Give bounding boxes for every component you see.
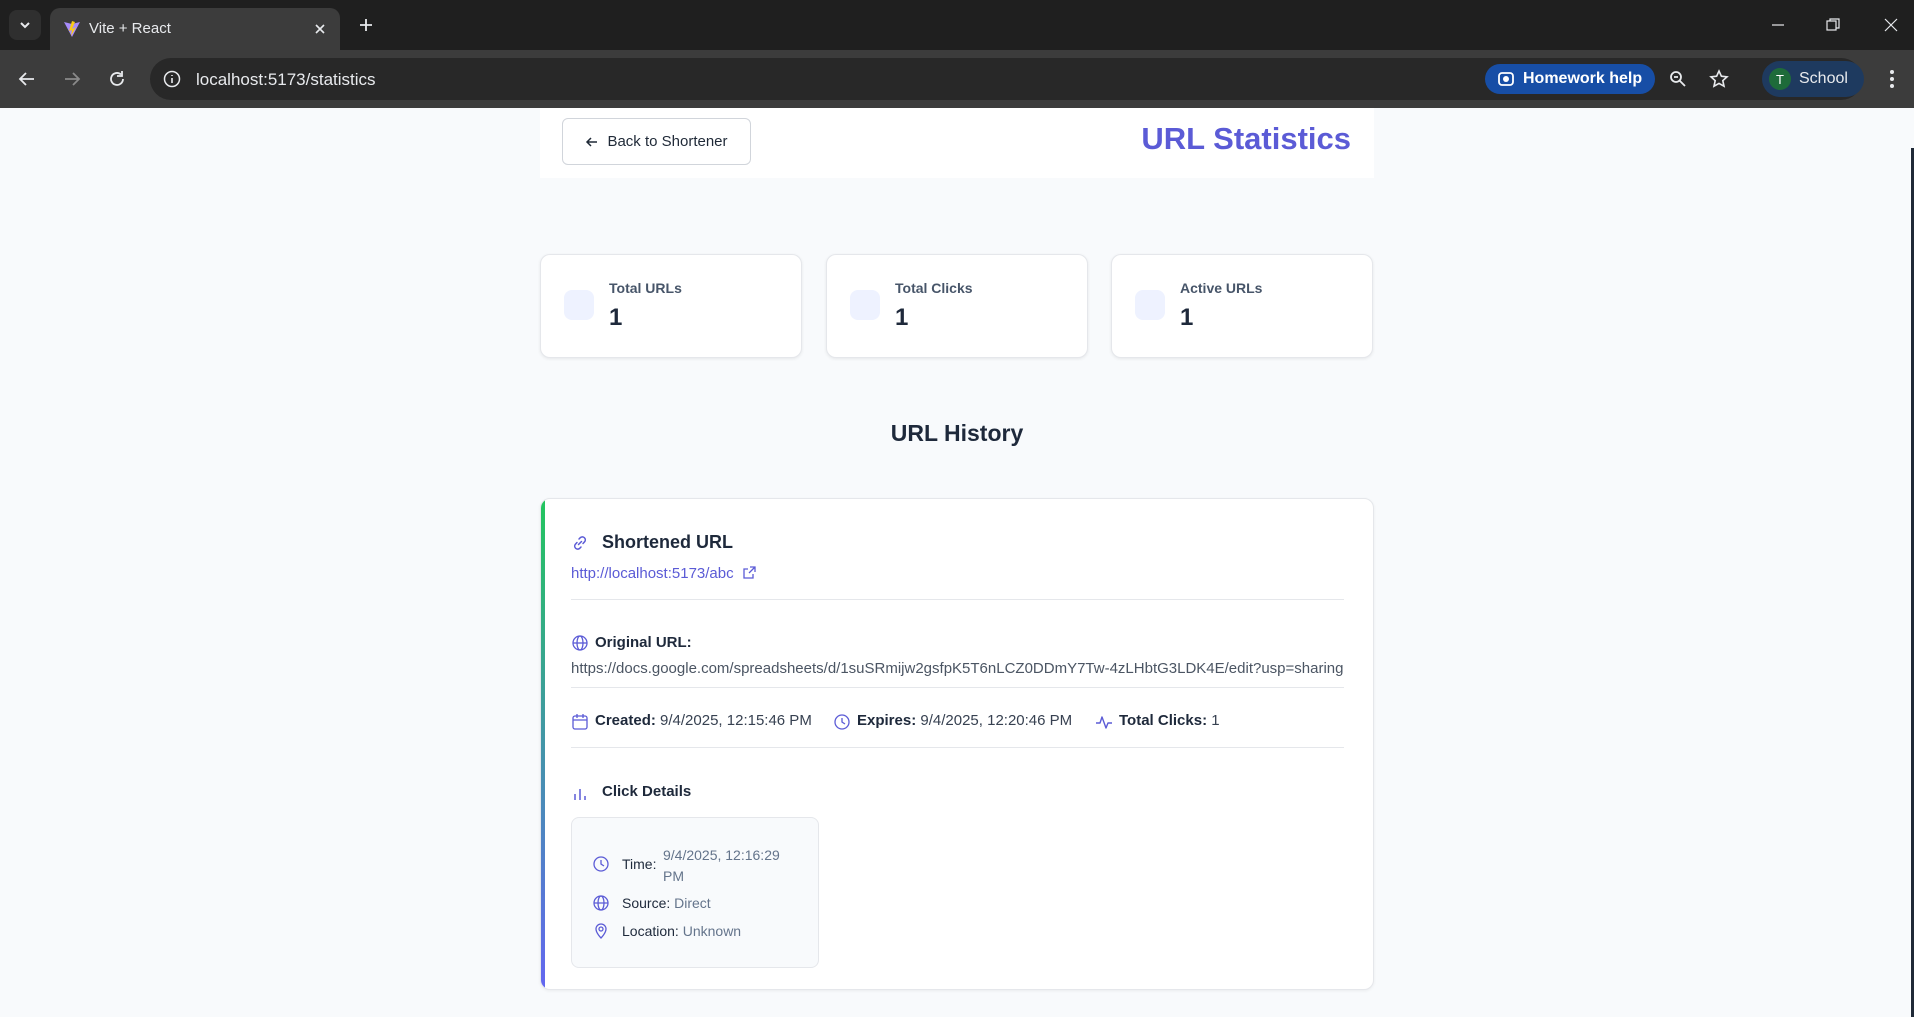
globe-icon (572, 635, 588, 651)
click-time-value: 9/4/2025, 12:16:29 PM (663, 847, 780, 884)
profile-button[interactable]: T School (1762, 61, 1864, 97)
divider (571, 747, 1344, 748)
homework-help-label: Homework help (1523, 70, 1643, 87)
stat-label: Total Clicks (895, 280, 973, 296)
close-window-icon[interactable] (1869, 10, 1913, 40)
address-url: localhost:5173/statistics (196, 70, 376, 89)
map-pin-icon (595, 923, 607, 939)
stat-label: Active URLs (1180, 280, 1263, 296)
original-url-label: Original URL: (595, 634, 692, 651)
created-value: 9/4/2025, 12:15:46 PM (660, 712, 812, 729)
shortened-url-link[interactable]: http://localhost:5173/abc (571, 565, 756, 582)
restore-icon[interactable] (1811, 10, 1855, 40)
expires-label: Expires: (857, 712, 917, 729)
stat-value: 1 (1180, 304, 1194, 331)
created-label: Created: (595, 712, 656, 729)
more-menu-icon[interactable] (1877, 64, 1907, 94)
arrow-left-icon (586, 136, 598, 147)
click-location-label: Location: (622, 923, 679, 939)
reload-icon[interactable] (102, 64, 132, 94)
page-title: URL Statistics (1141, 121, 1351, 156)
url-history-title: URL History (890, 420, 1024, 446)
external-link-icon (743, 566, 756, 579)
shortened-url-text: http://localhost:5173/abc (571, 565, 734, 582)
site-info-icon[interactable] (161, 68, 183, 90)
back-to-shortener-button[interactable]: Back to Shortener (562, 118, 751, 165)
stat-card-total-urls: Total URLs 1 (540, 254, 802, 358)
stat-label: Total URLs (609, 280, 682, 296)
bookmark-star-icon[interactable] (1704, 64, 1734, 94)
total-clicks-value: 1 (1211, 712, 1220, 729)
accent-bar (541, 499, 545, 989)
stat-value: 1 (895, 304, 909, 331)
click-time-label: Time: (622, 856, 657, 872)
zoom-icon[interactable] (1663, 64, 1693, 94)
avatar: T (1769, 68, 1791, 90)
bar-chart-icon (574, 789, 586, 800)
new-tab-icon[interactable] (353, 12, 379, 38)
stat-value: 1 (609, 304, 623, 331)
minimize-icon[interactable] (1756, 10, 1800, 40)
back-arrow-icon[interactable] (12, 64, 42, 94)
clock-icon (593, 856, 609, 872)
divider (571, 687, 1344, 688)
divider (571, 599, 1344, 600)
vite-logo-icon (64, 21, 80, 37)
chevron-down-icon (20, 22, 30, 29)
created-meta: Created: 9/4/2025, 12:15:46 PM (595, 712, 812, 729)
click-detail-item: Time: 9/4/2025, 12:16:29 PM Source: Dire… (571, 817, 819, 968)
stat-placeholder-icon (564, 290, 594, 320)
click-details-title: Click Details (602, 783, 692, 800)
forward-arrow-icon[interactable] (57, 64, 87, 94)
activity-icon (1096, 716, 1112, 729)
click-source-value: Direct (674, 895, 711, 911)
click-location-value: Unknown (682, 923, 742, 939)
click-location: Location: Unknown (622, 923, 741, 939)
url-card: Shortened URL http://localhost:5173/abc … (540, 498, 1374, 990)
link-icon (573, 536, 587, 550)
original-url-value: https://docs.google.com/spreadsheets/d/1… (571, 660, 1344, 677)
back-button-label: Back to Shortener (607, 133, 728, 150)
total-clicks-label: Total Clicks: (1119, 712, 1208, 729)
globe-icon (593, 895, 609, 911)
stat-placeholder-icon (850, 290, 880, 320)
profile-name: School (1799, 70, 1848, 87)
click-source-label: Source: (622, 895, 671, 911)
homework-help-button[interactable]: Homework help (1485, 64, 1655, 94)
calendar-icon (572, 714, 588, 730)
page-header: Back to Shortener URL Statistics (540, 108, 1374, 178)
tab-close-icon[interactable] (310, 19, 330, 39)
clock-icon (834, 714, 850, 730)
expires-value: 9/4/2025, 12:20:46 PM (920, 712, 1073, 729)
page-viewport: Back to Shortener URL Statistics Total U… (0, 108, 1914, 1017)
browser-tab[interactable]: Vite + React (50, 8, 340, 50)
click-source: Source: Direct (622, 895, 711, 911)
stat-card-total-clicks: Total Clicks 1 (826, 254, 1088, 358)
tab-search-button[interactable] (9, 10, 41, 40)
expires-meta: Expires: 9/4/2025, 12:20:46 PM (857, 712, 1072, 729)
shortened-url-title: Shortened URL (602, 532, 734, 552)
stat-placeholder-icon (1135, 290, 1165, 320)
total-clicks-meta: Total Clicks: 1 (1119, 712, 1220, 729)
stat-card-active-urls: Active URLs 1 (1111, 254, 1373, 358)
camera-search-icon (1498, 72, 1514, 86)
tab-bar: Vite + React (0, 0, 1914, 50)
tab-title: Vite + React (89, 20, 171, 37)
